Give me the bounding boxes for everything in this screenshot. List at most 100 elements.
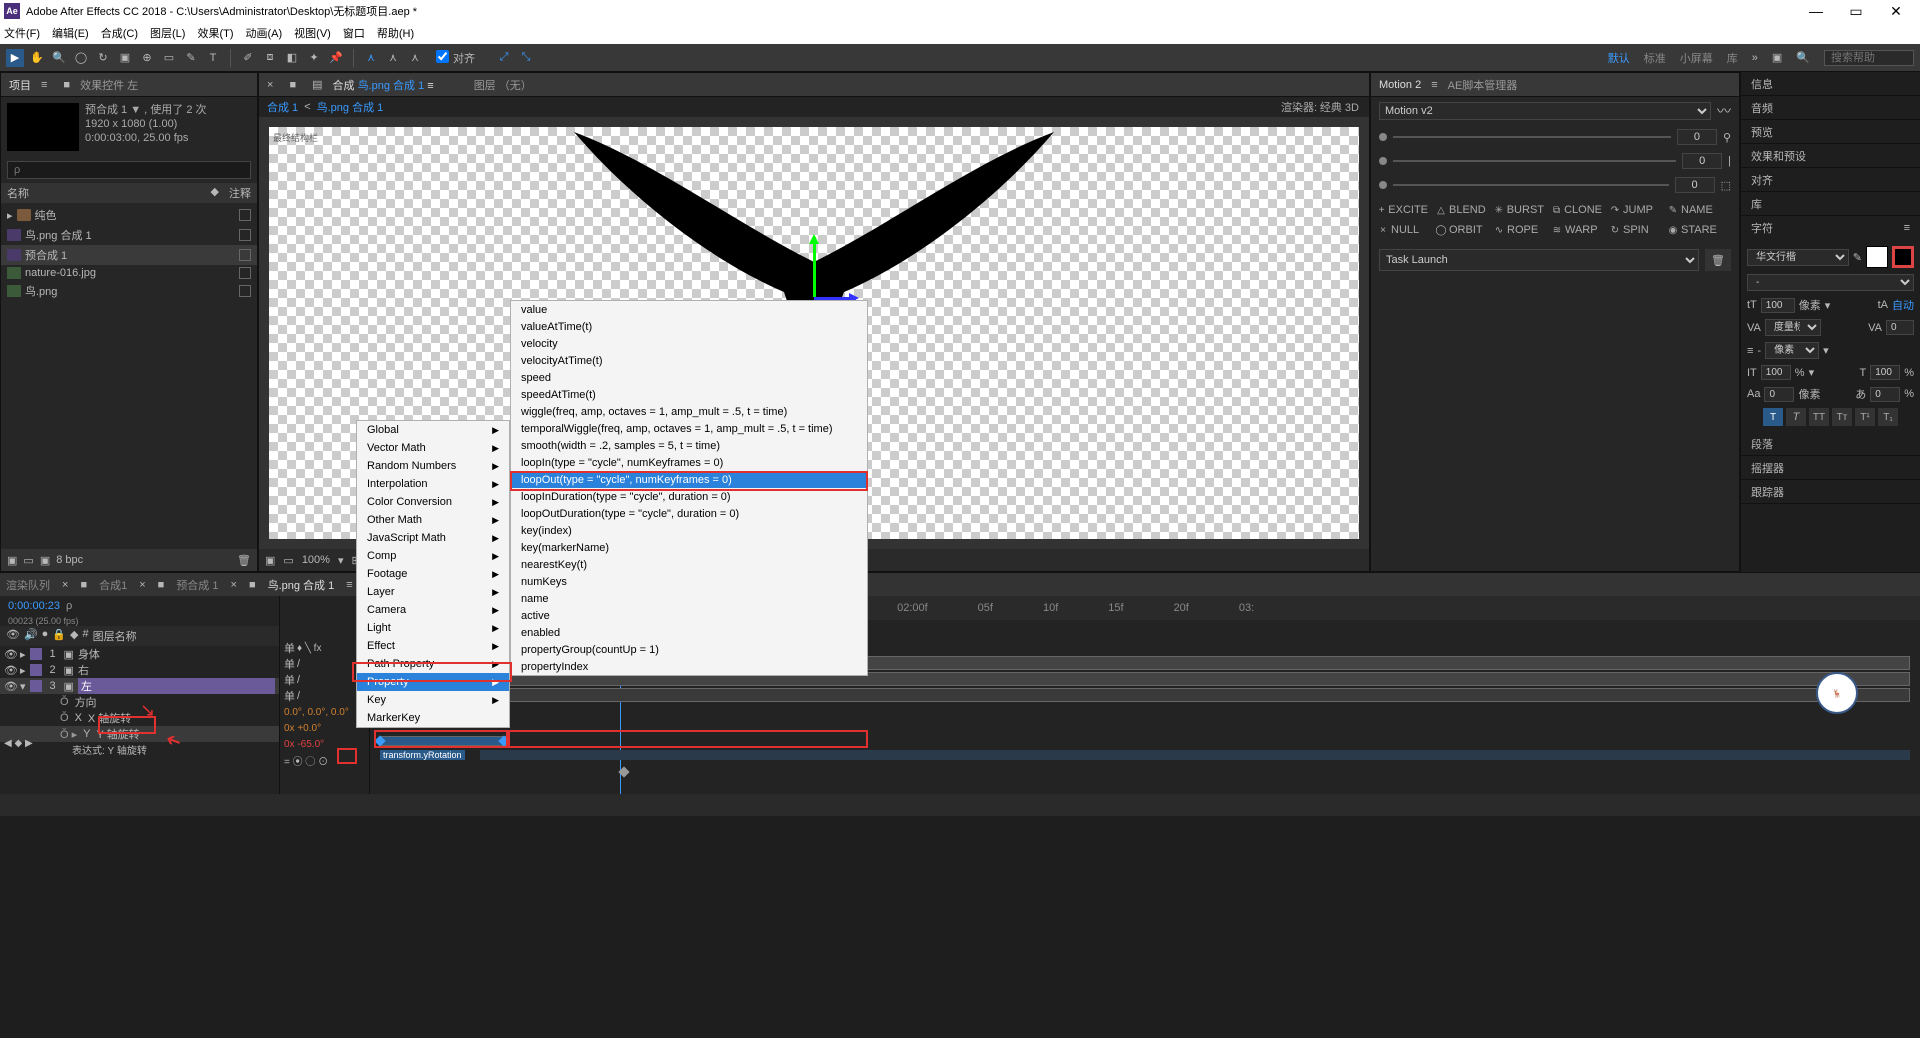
- slider3-value[interactable]: [1675, 177, 1715, 193]
- menu-item-propertyindex[interactable]: propertyIndex: [511, 658, 867, 675]
- layer-row[interactable]: 👁▸1▣身体: [0, 646, 279, 662]
- menu-item-keymarkername[interactable]: key(markerName): [511, 539, 867, 556]
- viewer-comp-tab[interactable]: 合成 鸟.png 合成 1 ≡: [333, 77, 434, 93]
- motion-rope-button[interactable]: ∿ROPE: [1491, 221, 1547, 239]
- vscale-input[interactable]: [1761, 365, 1791, 380]
- newcomp-icon[interactable]: ▣: [40, 554, 50, 567]
- kerning-select[interactable]: 度量标准: [1765, 319, 1821, 336]
- timecode[interactable]: 0:00:00:23: [8, 600, 60, 612]
- close-button[interactable]: ✕: [1876, 3, 1916, 20]
- workspace-default[interactable]: 默认: [1608, 50, 1630, 66]
- allcaps-toggle[interactable]: TT: [1809, 408, 1829, 426]
- bold-toggle[interactable]: T: [1763, 408, 1783, 426]
- panel-audio[interactable]: 音频: [1741, 96, 1920, 120]
- motion-preset-select[interactable]: Motion v2: [1379, 102, 1711, 120]
- zoom-select[interactable]: 100%: [302, 554, 330, 566]
- menu-item-value[interactable]: value: [511, 301, 867, 318]
- menu-file[interactable]: 文件(F): [4, 25, 40, 41]
- menu-item-valueattime[interactable]: valueAtTime(t): [511, 318, 867, 335]
- menu-item-interpolation[interactable]: Interpolation▶: [357, 475, 509, 493]
- axis-local-icon[interactable]: ⋏: [362, 49, 380, 67]
- menu-edit[interactable]: 编辑(E): [52, 25, 89, 41]
- menu-help[interactable]: 帮助(H): [377, 25, 414, 41]
- slider1[interactable]: [1393, 136, 1671, 138]
- stroke-align-select[interactable]: 像素: [1765, 342, 1819, 359]
- panel-library[interactable]: 库: [1741, 192, 1920, 216]
- menu-item-global[interactable]: Global▶: [357, 421, 509, 439]
- shape-tool[interactable]: ▭: [160, 49, 178, 67]
- menu-item-color[interactable]: Color Conversion▶: [357, 493, 509, 511]
- panel-character[interactable]: 字符≡: [1741, 216, 1920, 240]
- menu-item-smooth[interactable]: smooth(width = .2, samples = 5, t = time…: [511, 437, 867, 454]
- motion-excite-button[interactable]: +EXCITE: [1375, 201, 1431, 219]
- selection-tool[interactable]: ▶: [6, 49, 24, 67]
- hscale-input[interactable]: [1870, 365, 1900, 380]
- fill-swatch[interactable]: [1866, 246, 1888, 268]
- menu-view[interactable]: 视图(V): [294, 25, 331, 41]
- menu-item-name[interactable]: name: [511, 590, 867, 607]
- menu-comp[interactable]: 合成(C): [101, 25, 138, 41]
- menu-item-markerkey[interactable]: MarkerKey: [357, 709, 509, 727]
- region-icon[interactable]: ▣: [265, 554, 275, 567]
- tl-tab-precomp1[interactable]: 预合成 1: [176, 577, 218, 593]
- menu-item-active[interactable]: active: [511, 607, 867, 624]
- project-tab[interactable]: 项目: [9, 77, 31, 93]
- menu-item-camera[interactable]: Camera▶: [357, 601, 509, 619]
- minimize-button[interactable]: —: [1796, 3, 1836, 19]
- motion-stare-button[interactable]: ◉STARE: [1665, 221, 1721, 239]
- col-layer-name[interactable]: 图层名称: [93, 628, 273, 644]
- menu-item-keyindex[interactable]: key(index): [511, 522, 867, 539]
- tl-tab-bird[interactable]: 鸟.png 合成 1: [268, 577, 335, 593]
- workspace-standard[interactable]: 标准: [1644, 50, 1666, 66]
- layer-row[interactable]: 👁▾3▣左: [0, 678, 279, 694]
- menu-item-velocityattime[interactable]: velocityAtTime(t): [511, 352, 867, 369]
- panel-info[interactable]: 信息: [1741, 72, 1920, 96]
- menu-item-footage[interactable]: Footage▶: [357, 565, 509, 583]
- panel-align[interactable]: 对齐: [1741, 168, 1920, 192]
- motion-jump-button[interactable]: ↷JUMP: [1607, 201, 1663, 219]
- menu-layer[interactable]: 图层(L): [150, 25, 185, 41]
- axis-world-icon[interactable]: ⋏: [384, 49, 402, 67]
- crumb1[interactable]: 合成 1: [267, 99, 298, 115]
- roto-tool[interactable]: ✦: [305, 49, 323, 67]
- super-toggle[interactable]: T¹: [1855, 408, 1875, 426]
- puppet-tool[interactable]: 📌: [327, 49, 345, 67]
- snap-checkbox[interactable]: [436, 50, 449, 63]
- menu-item-velocity[interactable]: velocity: [511, 335, 867, 352]
- bpc-label[interactable]: 8 bpc: [56, 554, 83, 566]
- menu-item-speed[interactable]: speed: [511, 369, 867, 386]
- menu-item-enabled[interactable]: enabled: [511, 624, 867, 641]
- effect-controls-tab[interactable]: 效果控件 左: [80, 77, 138, 93]
- font-family-select[interactable]: 华文行楷: [1747, 249, 1849, 266]
- col-comment[interactable]: 注释: [229, 185, 251, 201]
- workspace-lib[interactable]: 库: [1727, 50, 1738, 66]
- italic-toggle[interactable]: T: [1786, 408, 1806, 426]
- panel-paragraph[interactable]: 段落: [1741, 432, 1920, 456]
- slider1-value[interactable]: [1677, 129, 1717, 145]
- col-name[interactable]: 名称: [7, 185, 211, 201]
- y-axis[interactable]: [813, 237, 816, 297]
- panel-menu-icon[interactable]: ≡: [1904, 222, 1910, 234]
- motion-burst-button[interactable]: ✳BURST: [1491, 201, 1547, 219]
- motion-blend-button[interactable]: △BLEND: [1433, 201, 1489, 219]
- orbit-tool[interactable]: ◯: [72, 49, 90, 67]
- menu-item-light[interactable]: Light▶: [357, 619, 509, 637]
- snap2-icon[interactable]: ⤡: [517, 49, 535, 67]
- clone-tool[interactable]: ⧈: [261, 49, 279, 67]
- menu-effect[interactable]: 效果(T): [197, 25, 233, 41]
- motion-orbit-button[interactable]: ◯ORBIT: [1433, 221, 1489, 239]
- brush-tool[interactable]: ✐: [239, 49, 257, 67]
- anchor-icon[interactable]: ⚲: [1723, 131, 1731, 144]
- motion-spin-button[interactable]: ↻SPIN: [1607, 221, 1663, 239]
- menu-item-other-math[interactable]: Other Math▶: [357, 511, 509, 529]
- crumb2[interactable]: 鸟.png 合成 1: [317, 99, 384, 115]
- workspace-small[interactable]: 小屏幕: [1680, 50, 1713, 66]
- menu-item-layer[interactable]: Layer▶: [357, 583, 509, 601]
- renderer-info[interactable]: 渲染器: 经典 3D: [1281, 99, 1359, 115]
- menu-item-effect[interactable]: Effect▶: [357, 637, 509, 655]
- sync-icon[interactable]: ▣: [1772, 51, 1782, 64]
- stroke-swatch[interactable]: [1892, 246, 1914, 268]
- menu-item-key[interactable]: Key▶: [357, 691, 509, 709]
- leading-value[interactable]: 自动: [1892, 297, 1914, 313]
- snap1-icon[interactable]: ⤢: [495, 49, 513, 67]
